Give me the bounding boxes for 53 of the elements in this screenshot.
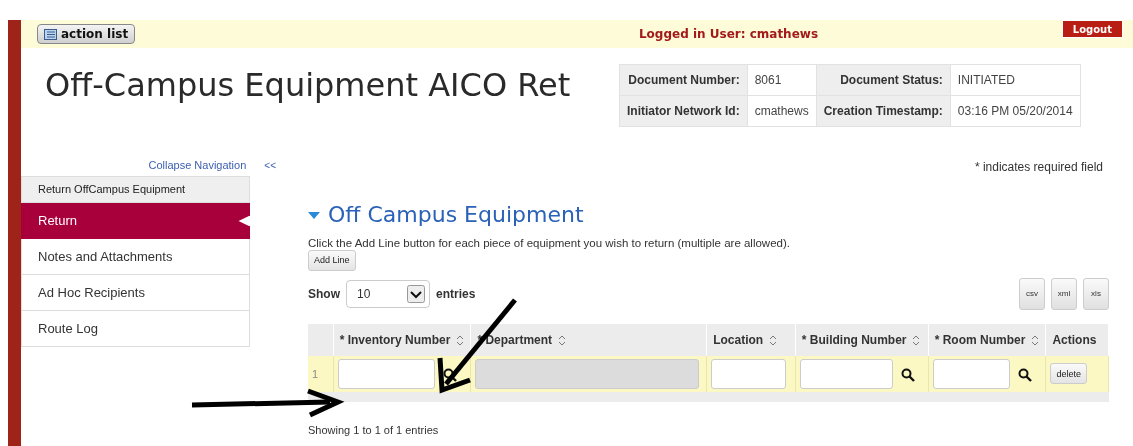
export-button[interactable]: csv xyxy=(1019,277,1045,310)
column-header[interactable]: Actions xyxy=(1045,323,1109,356)
row-number: 1 xyxy=(308,355,334,392)
sort-icon[interactable] xyxy=(769,334,778,346)
instructions-text: Click the Add Line button for each piece of equipment you wish to return (multiple are allowed). xyxy=(308,237,791,249)
action-list-button[interactable]: action list xyxy=(37,24,136,44)
info-value: 8061 xyxy=(747,64,817,96)
collapse-icon[interactable]: << xyxy=(264,159,276,171)
section-title: Off Campus Equipment xyxy=(328,202,584,227)
input-field[interactable] xyxy=(337,358,435,389)
nav-item[interactable]: Route Log xyxy=(21,311,250,347)
info-label: Document Status: xyxy=(816,64,951,96)
logout-button[interactable]: Logout xyxy=(1061,20,1123,38)
search-icon[interactable] xyxy=(900,367,915,382)
add-line-button[interactable]: Add Line xyxy=(308,249,356,271)
page-title: Off-Campus Equipment AICO Ret xyxy=(45,65,572,104)
logged-in-user: Logged in User: cmathews xyxy=(637,27,820,41)
input-field[interactable] xyxy=(932,358,1010,389)
entries-label: entries xyxy=(436,286,476,301)
info-value: 03:16 PM 05/20/2014 xyxy=(950,95,1081,127)
input-field[interactable] xyxy=(799,358,893,389)
list-icon xyxy=(44,28,57,40)
column-header[interactable]: * Inventory Number xyxy=(333,323,471,356)
sort-icon[interactable] xyxy=(912,334,921,346)
entries-info: Showing 1 to 1 of 1 entries xyxy=(308,423,440,436)
export-button[interactable]: xls xyxy=(1083,277,1109,310)
nav-item[interactable]: Return xyxy=(21,203,250,239)
info-value: INITIATED xyxy=(950,64,1081,96)
sort-icon[interactable] xyxy=(558,334,567,346)
nav-item[interactable]: Ad Hoc Recipients xyxy=(21,275,250,311)
caret-icon[interactable] xyxy=(308,209,320,220)
column-header[interactable]: * Room Number xyxy=(928,323,1046,356)
collapse-navigation-link[interactable]: Collapse Navigation xyxy=(148,159,247,171)
info-value: cmathews xyxy=(747,95,817,127)
sort-icon[interactable] xyxy=(1031,334,1040,346)
search-icon[interactable] xyxy=(1017,367,1032,382)
info-label: Document Number: xyxy=(619,64,748,96)
column-header[interactable]: * Building Number xyxy=(795,323,929,356)
sort-icon[interactable] xyxy=(456,334,465,346)
nav-item[interactable]: Notes and Attachments xyxy=(21,239,250,275)
input-field[interactable] xyxy=(711,358,787,389)
info-label: Initiator Network Id: xyxy=(619,95,748,127)
info-label: Creation Timestamp: xyxy=(816,95,951,127)
page-size-select[interactable]: 10 xyxy=(346,279,430,308)
search-icon[interactable] xyxy=(442,367,457,382)
nav-header: Return OffCampus Equipment xyxy=(21,176,250,203)
column-header[interactable]: Location xyxy=(706,323,796,356)
show-label: Show xyxy=(308,286,340,301)
column-header[interactable]: * Department xyxy=(470,323,707,356)
chevron-down-icon xyxy=(407,284,425,303)
required-note: * indicates required field xyxy=(974,160,1103,174)
export-button[interactable]: xml xyxy=(1051,277,1077,310)
delete-button[interactable]: delete xyxy=(1050,363,1087,384)
